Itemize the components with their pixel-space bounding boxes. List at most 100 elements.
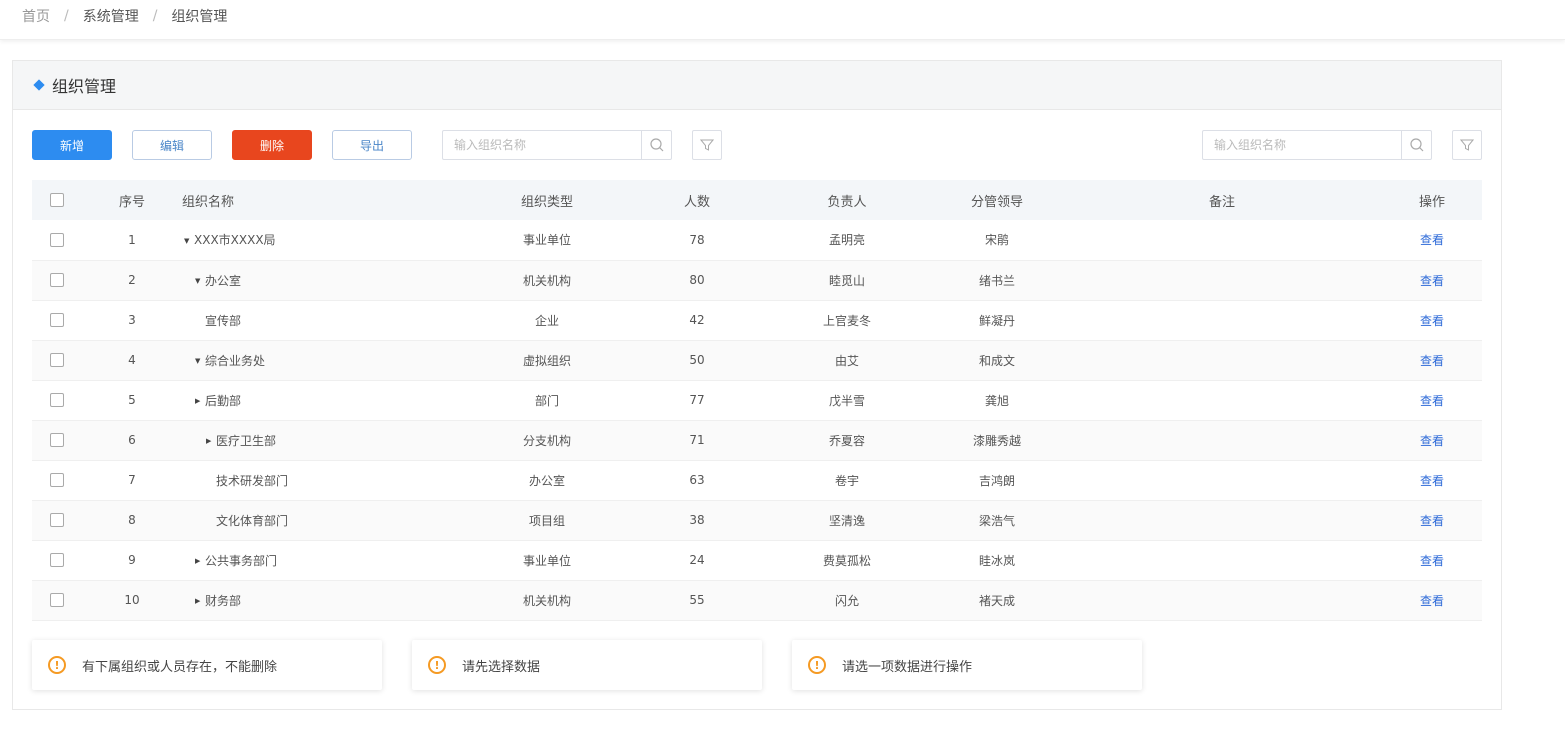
caret-right-icon[interactable]: ▶ [206, 437, 216, 445]
org-name: 文化体育部门 [216, 513, 289, 528]
cell-leader: 上官麦冬 [822, 313, 871, 328]
org-name: 办公室 [205, 273, 242, 288]
org-name: 公共事务部门 [205, 553, 278, 568]
row-checkbox[interactable] [50, 273, 64, 288]
cell-count: 77 [689, 393, 705, 407]
cell-supervisor: 梁浩气 [978, 513, 1015, 528]
header-note: 备注 [1208, 194, 1235, 210]
edit-button[interactable]: 编辑 [132, 130, 212, 160]
cell-action: 查看 [1382, 540, 1482, 580]
table-row: 10 ▶ 财务部 机关机构 55 闪允 褚天成 查看 [32, 580, 1482, 620]
caret-right-icon[interactable]: ▶ [195, 557, 205, 565]
table-row: 5 ▶ 后勤部 部门 77 戊半雪 龚旭 查看 [32, 380, 1482, 420]
cell-type: 部门 [534, 393, 559, 408]
view-link[interactable]: 查看 [1420, 314, 1444, 328]
header-count: 人数 [683, 194, 710, 210]
view-link[interactable]: 查看 [1420, 594, 1444, 608]
row-checkbox[interactable] [50, 353, 64, 368]
delete-button[interactable]: 删除 [232, 130, 312, 160]
table-row: 3 宣传部 企业 42 上官麦冬 鲜凝丹 查看 [32, 300, 1482, 340]
caret-down-icon[interactable]: ▼ [195, 357, 205, 365]
top-bar: 首页 / 系统管理 / 组织管理 [0, 0, 1565, 40]
cell-count: 50 [689, 353, 705, 367]
cell-name: ▼ 办公室 [182, 260, 462, 300]
row-checkbox-cell [32, 580, 82, 620]
header-name: 组织名称 [182, 194, 235, 210]
cell-leader: 由艾 [834, 353, 859, 368]
cell-count: 63 [689, 473, 705, 487]
caret-right-icon[interactable]: ▶ [195, 397, 205, 405]
cell-action: 查看 [1382, 500, 1482, 540]
alert-cannot-delete: ! 有下属组织或人员存在，不能删除 [32, 640, 382, 690]
cell-name: ▶ 医疗卫生部 [182, 420, 462, 460]
cell-no: 7 [128, 473, 136, 487]
row-checkbox[interactable] [50, 233, 64, 247]
search-icon[interactable] [1401, 131, 1431, 159]
view-link[interactable]: 查看 [1420, 514, 1444, 528]
cell-supervisor: 和成文 [978, 353, 1015, 368]
table-row: 4 ▼ 综合业务处 虚拟组织 50 由艾 和成文 查看 [32, 340, 1482, 380]
table-row: 9 ▶ 公共事务部门 事业单位 24 费莫孤松 眭冰岚 查看 [32, 540, 1482, 580]
view-link[interactable]: 查看 [1420, 274, 1444, 288]
cell-count: 42 [689, 313, 705, 327]
row-checkbox[interactable] [50, 593, 64, 608]
cell-note [1062, 460, 1382, 500]
search-input-right[interactable] [1203, 131, 1401, 159]
cell-no: 4 [128, 353, 136, 367]
select-all-checkbox[interactable] [50, 193, 64, 207]
row-checkbox[interactable] [50, 473, 64, 488]
filter-icon[interactable] [1452, 130, 1482, 160]
cell-no: 8 [128, 513, 136, 527]
caret-right-icon[interactable]: ▶ [195, 597, 205, 605]
row-checkbox[interactable] [50, 393, 64, 408]
row-checkbox-cell [32, 260, 82, 300]
alert-text: 请选一项数据进行操作 [842, 659, 973, 675]
cell-note [1062, 420, 1382, 460]
view-link[interactable]: 查看 [1420, 354, 1444, 368]
search-input-left[interactable] [443, 131, 641, 159]
cell-name: ▶ 财务部 [182, 580, 462, 620]
alert-select-one: ! 请选一项数据进行操作 [792, 640, 1142, 690]
cell-type: 办公室 [528, 473, 565, 488]
row-checkbox-cell [32, 420, 82, 460]
cell-name: ▼ XXX市XXXX局 [182, 220, 462, 260]
row-checkbox[interactable] [50, 513, 64, 528]
add-button[interactable]: 新增 [32, 130, 112, 160]
cell-name: 技术研发部门 [182, 460, 462, 500]
row-checkbox[interactable] [50, 433, 64, 448]
cell-type: 机关机构 [522, 273, 571, 288]
search-icon[interactable] [641, 131, 671, 159]
org-name: 财务部 [205, 593, 242, 608]
cell-supervisor: 鲜凝丹 [978, 313, 1015, 328]
alert-text: 请先选择数据 [462, 659, 541, 675]
cell-name: 文化体育部门 [182, 500, 462, 540]
header-no: 序号 [118, 194, 145, 210]
breadcrumb-system[interactable]: 系统管理 [83, 6, 139, 26]
filter-icon[interactable] [692, 130, 722, 160]
cell-supervisor: 眭冰岚 [978, 553, 1015, 568]
cell-count: 38 [689, 513, 705, 527]
panel-header: 组织管理 [13, 61, 1501, 110]
breadcrumb-home[interactable]: 首页 [22, 6, 50, 26]
table-row: 1 ▼ XXX市XXXX局 事业单位 78 孟明亮 宋鹃 查看 [32, 220, 1482, 260]
view-link[interactable]: 查看 [1420, 554, 1444, 568]
cell-leader: 坚清逸 [828, 513, 865, 528]
cell-supervisor: 绪书兰 [978, 273, 1015, 288]
row-checkbox-cell [32, 340, 82, 380]
caret-down-icon[interactable]: ▼ [184, 237, 194, 245]
cell-name: 宣传部 [182, 300, 462, 340]
row-checkbox[interactable] [50, 313, 64, 328]
row-checkbox-cell [32, 220, 82, 260]
row-checkbox[interactable] [50, 553, 64, 568]
breadcrumb-separator: / [64, 8, 69, 24]
view-link[interactable]: 查看 [1420, 474, 1444, 488]
view-link[interactable]: 查看 [1420, 233, 1444, 247]
diamond-icon [33, 79, 45, 91]
cell-count: 24 [689, 553, 705, 567]
view-link[interactable]: 查看 [1420, 394, 1444, 408]
export-button[interactable]: 导出 [332, 130, 412, 160]
search-box-left [442, 130, 672, 160]
caret-down-icon[interactable]: ▼ [195, 277, 205, 285]
view-link[interactable]: 查看 [1420, 434, 1444, 448]
row-checkbox-cell [32, 300, 82, 340]
